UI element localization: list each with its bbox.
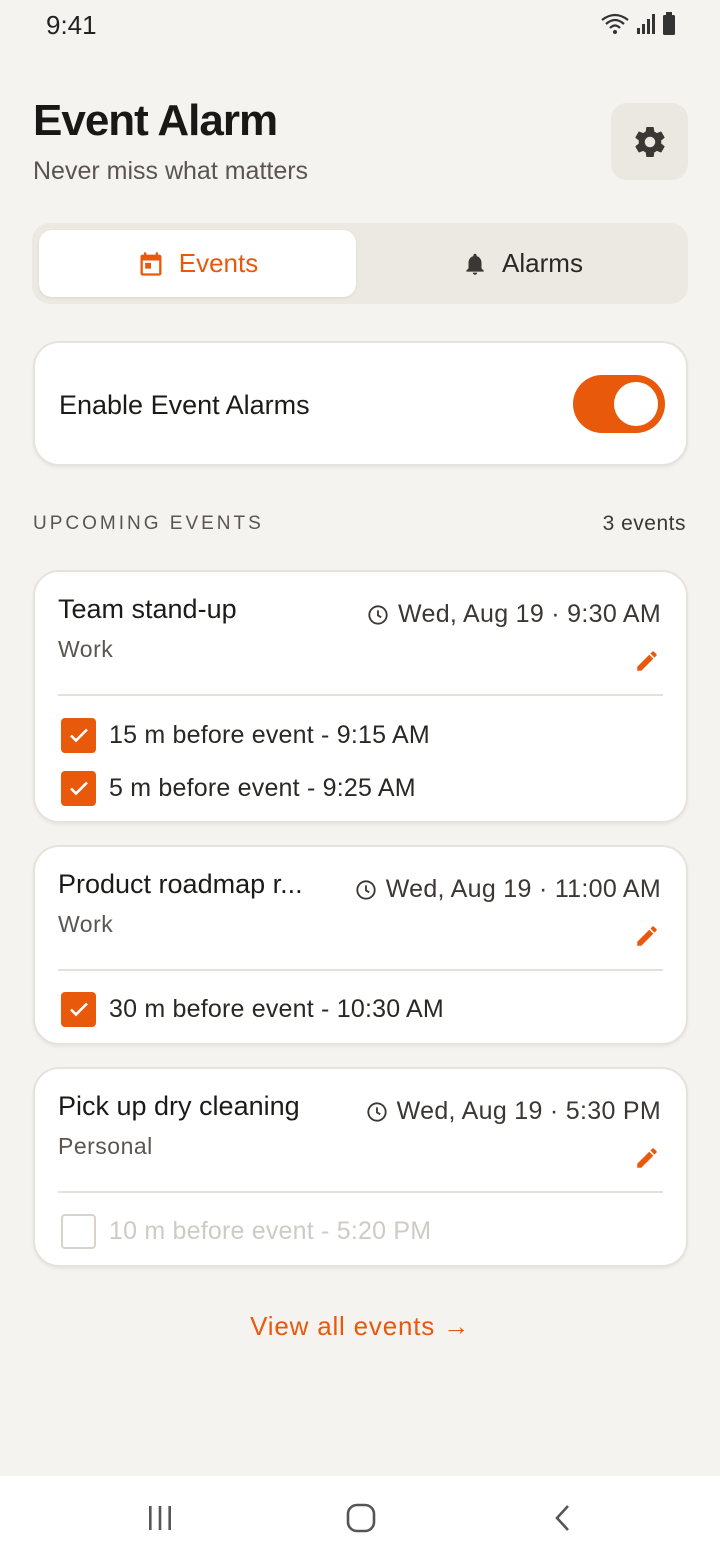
event-card[interactable]: Team stand-up Work Wed, Aug 19 · 9:30 AM…	[33, 570, 688, 823]
section-heading: UPCOMING EVENTS	[33, 513, 264, 534]
clock-icon	[356, 879, 376, 900]
tab-alarms-label: Alarms	[502, 248, 583, 278]
event-title: Pick up dry cleaning	[58, 1091, 300, 1121]
alarm-checkbox[interactable]	[61, 717, 96, 753]
alarm-item[interactable]: 15 m before event - 9:15 AM	[61, 717, 430, 753]
edit-icon[interactable]	[634, 648, 660, 674]
page-title: Event Alarm	[33, 96, 278, 145]
page-subtitle: Never miss what matters	[33, 157, 309, 185]
event-category: Work	[58, 636, 114, 662]
alarm-text: 30 m before event - 10:30 AM	[109, 994, 444, 1023]
recent-apps-icon	[149, 1506, 171, 1530]
enable-alarms-toggle[interactable]	[573, 375, 665, 433]
status-bar: 9:41	[0, 0, 720, 50]
event-category: Work	[58, 911, 114, 937]
home-button[interactable]	[336, 1496, 386, 1540]
event-time: Wed, Aug 19 · 11:00 AM	[355, 875, 661, 904]
bell-icon	[466, 253, 484, 275]
alarm-item[interactable]: 10 m before event - 5:20 PM	[61, 1213, 431, 1249]
signal-icon	[637, 14, 655, 34]
tab-alarms[interactable]: Alarms	[364, 230, 681, 297]
divider	[58, 694, 663, 696]
alarm-item[interactable]: 30 m before event - 10:30 AM	[61, 991, 444, 1027]
battery-icon	[663, 12, 675, 35]
alarm-checkbox[interactable]	[61, 1213, 96, 1249]
alarm-checkbox[interactable]	[61, 770, 96, 806]
tab-events[interactable]: Events	[39, 230, 356, 297]
status-icons	[600, 12, 676, 36]
check-icon	[69, 781, 88, 796]
event-time-text: Wed, Aug 19 · 9:30 AM	[398, 600, 661, 628]
settings-button[interactable]	[611, 103, 688, 180]
toggle-knob	[614, 382, 658, 426]
event-category: Personal	[58, 1133, 153, 1159]
alarm-text: 15 m before event - 9:15 AM	[109, 720, 430, 749]
event-title: Product roadmap r...	[58, 869, 303, 899]
clock-icon	[368, 604, 388, 625]
alarm-checkbox[interactable]	[61, 991, 96, 1027]
back-icon	[555, 1505, 569, 1531]
divider	[58, 969, 663, 971]
status-time: 9:41	[46, 10, 97, 40]
back-button[interactable]	[538, 1496, 588, 1540]
event-time-text: Wed, Aug 19 · 5:30 PM	[396, 1097, 661, 1125]
check-icon	[69, 1002, 88, 1017]
enable-alarms-label: Enable Event Alarms	[59, 390, 310, 420]
home-icon	[346, 1503, 376, 1533]
gear-icon	[634, 126, 665, 157]
wifi-icon	[601, 13, 629, 34]
calendar-icon	[140, 251, 162, 276]
alarm-text: 10 m before event - 5:20 PM	[109, 1216, 432, 1245]
divider	[58, 1191, 663, 1193]
alarm-text: 5 m before event - 9:25 AM	[109, 773, 416, 802]
recent-apps-button[interactable]	[135, 1496, 185, 1540]
enable-alarms-card: Enable Event Alarms	[33, 341, 688, 466]
alarm-item[interactable]: 5 m before event - 9:25 AM	[61, 770, 416, 806]
event-title: Team stand-up	[58, 594, 237, 624]
event-time: Wed, Aug 19 · 5:30 PM	[366, 1097, 661, 1126]
event-time: Wed, Aug 19 · 9:30 AM	[367, 600, 661, 629]
event-time-text: Wed, Aug 19 · 11:00 AM	[385, 875, 661, 903]
check-icon	[69, 728, 88, 743]
clock-icon	[367, 1101, 387, 1122]
tab-bar: Events Alarms	[32, 223, 688, 304]
tab-events-label: Events	[178, 248, 259, 278]
system-nav-bar	[0, 1476, 720, 1560]
edit-icon[interactable]	[634, 1145, 660, 1171]
event-card[interactable]: Pick up dry cleaning Personal Wed, Aug 1…	[33, 1067, 688, 1267]
event-card[interactable]: Product roadmap r... Work Wed, Aug 19 · …	[33, 845, 688, 1045]
view-all-events-link[interactable]: View all events →	[0, 1311, 720, 1342]
edit-icon[interactable]	[634, 923, 660, 949]
event-count: 3 events	[602, 512, 686, 535]
